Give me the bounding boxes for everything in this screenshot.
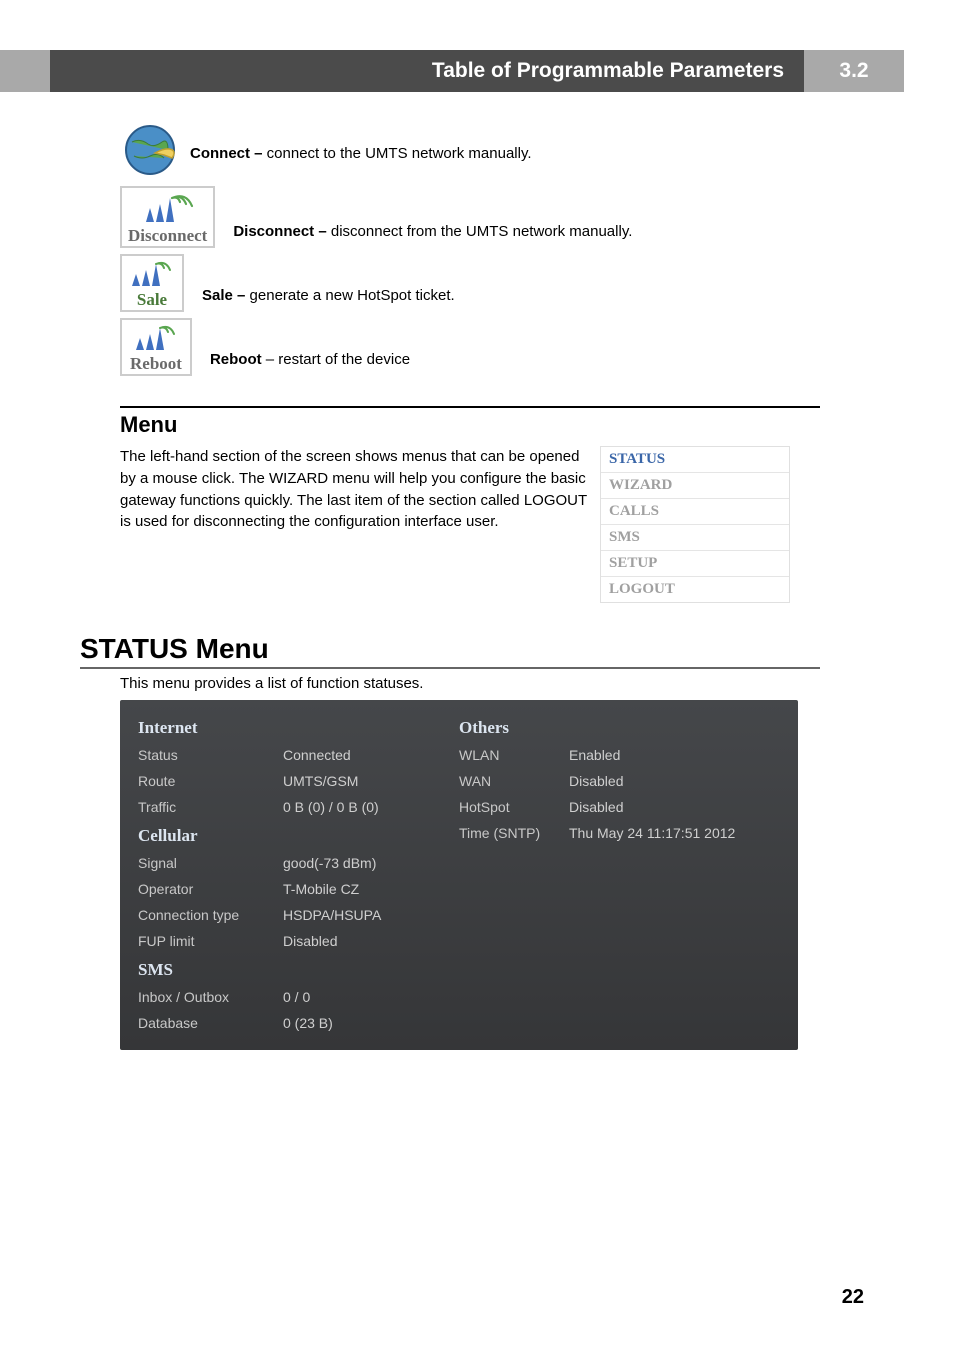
label-hotspot: HotSpot	[459, 799, 569, 815]
value-hotspot: Disabled	[569, 799, 623, 815]
label-time-sntp: Time (SNTP)	[459, 825, 569, 841]
label-operator: Operator	[138, 881, 283, 897]
menu-heading: Menu	[120, 412, 820, 438]
status-col-right: Others WLANEnabled WANDisabled HotSpotDi…	[459, 712, 780, 1036]
value-inbox-outbox: 0 / 0	[283, 989, 310, 1005]
connect-text: connect to the UMTS network manually.	[263, 145, 532, 162]
label-database: Database	[138, 1015, 283, 1031]
disconnect-desc: Disconnect – disconnect from the UMTS ne…	[233, 223, 632, 240]
menu-description: The left-hand section of the screen show…	[120, 446, 590, 603]
row-signal: Signalgood(-73 dBm)	[138, 850, 459, 876]
row-status: StatusConnected	[138, 742, 459, 768]
menu-list: STATUS WIZARD CALLS SMS SETUP LOGOUT	[600, 446, 790, 603]
connect-row: Connect – connect to the UMTS network ma…	[120, 120, 820, 180]
disconnect-text: disconnect from the UMTS network manuall…	[327, 223, 633, 240]
disconnect-row: Disconnect Disconnect – disconnect from …	[120, 186, 820, 248]
disconnect-caption: Disconnect	[128, 226, 207, 246]
label-inbox-outbox: Inbox / Outbox	[138, 989, 283, 1005]
value-operator: T-Mobile CZ	[283, 881, 359, 897]
reboot-row: Reboot Reboot – restart of the device	[120, 318, 820, 376]
value-fup-limit: Disabled	[283, 933, 337, 949]
label-status: Status	[138, 747, 283, 763]
label-signal: Signal	[138, 855, 283, 871]
sale-caption: Sale	[137, 290, 167, 310]
antenna-icon	[142, 192, 194, 226]
label-traffic: Traffic	[138, 799, 283, 815]
connect-icon-box	[120, 120, 180, 180]
row-wan: WANDisabled	[459, 768, 780, 794]
value-wan: Disabled	[569, 773, 623, 789]
menu-item-sms[interactable]: SMS	[601, 525, 789, 551]
document-page: Table of Programmable Parameters 3.2 Con…	[0, 0, 954, 1349]
row-fup-limit: FUP limitDisabled	[138, 928, 459, 954]
menu-item-calls[interactable]: CALLS	[601, 499, 789, 525]
label-fup-limit: FUP limit	[138, 933, 283, 949]
content-area: Connect – connect to the UMTS network ma…	[120, 120, 820, 1050]
row-connection-type: Connection typeHSDPA/HSUPA	[138, 902, 459, 928]
connect-label: Connect –	[190, 145, 263, 162]
globe-icon	[120, 120, 180, 180]
header-section-number: 3.2	[804, 50, 904, 92]
disconnect-icon-box: Disconnect	[120, 186, 215, 248]
row-route: RouteUMTS/GSM	[138, 768, 459, 794]
menu-item-setup[interactable]: SETUP	[601, 551, 789, 577]
value-wlan: Enabled	[569, 747, 620, 763]
header-title: Table of Programmable Parameters	[50, 50, 804, 92]
sale-desc: Sale – generate a new HotSpot ticket.	[202, 287, 455, 304]
header-bar: Table of Programmable Parameters 3.2	[0, 50, 954, 92]
antenna-icon	[134, 324, 178, 354]
reboot-text: – restart of the device	[262, 351, 410, 368]
value-connection-type: HSDPA/HSUPA	[283, 907, 381, 923]
menu-item-status[interactable]: STATUS	[601, 447, 789, 473]
sale-row: Sale Sale – generate a new HotSpot ticke…	[120, 254, 820, 312]
menu-item-logout[interactable]: LOGOUT	[601, 577, 789, 602]
value-traffic: 0 B (0) / 0 B (0)	[283, 799, 379, 815]
row-traffic: Traffic0 B (0) / 0 B (0)	[138, 794, 459, 820]
value-time-sntp: Thu May 24 11:17:51 2012	[569, 825, 735, 841]
status-menu-heading: STATUS Menu	[80, 633, 820, 669]
row-time-sntp: Time (SNTP)Thu May 24 11:17:51 2012	[459, 820, 780, 846]
menu-section: Menu The left-hand section of the screen…	[120, 406, 820, 603]
reboot-caption: Reboot	[130, 354, 182, 374]
header-gray-left	[0, 50, 50, 92]
status-col-left: Internet StatusConnected RouteUMTS/GSM T…	[138, 712, 459, 1036]
value-database: 0 (23 B)	[283, 1015, 333, 1031]
reboot-label: Reboot	[210, 351, 262, 368]
label-route: Route	[138, 773, 283, 789]
label-connection-type: Connection type	[138, 907, 283, 923]
value-route: UMTS/GSM	[283, 773, 358, 789]
page-number: 22	[842, 1286, 864, 1309]
status-panel: Internet StatusConnected RouteUMTS/GSM T…	[120, 700, 798, 1050]
row-operator: OperatorT-Mobile CZ	[138, 876, 459, 902]
row-database: Database0 (23 B)	[138, 1010, 459, 1036]
value-status: Connected	[283, 747, 351, 763]
status-menu-intro: This menu provides a list of function st…	[120, 675, 820, 692]
sale-icon-box: Sale	[120, 254, 184, 312]
value-signal: good(-73 dBm)	[283, 855, 376, 871]
connect-desc: Connect – connect to the UMTS network ma…	[190, 145, 532, 162]
label-wlan: WLAN	[459, 747, 569, 763]
cat-sms: SMS	[138, 954, 459, 984]
menu-item-wizard[interactable]: WIZARD	[601, 473, 789, 499]
row-hotspot: HotSpotDisabled	[459, 794, 780, 820]
cat-others: Others	[459, 712, 780, 742]
sale-text: generate a new HotSpot ticket.	[245, 287, 454, 304]
disconnect-label: Disconnect –	[233, 223, 326, 240]
antenna-icon	[130, 260, 174, 290]
menu-body: The left-hand section of the screen show…	[120, 446, 820, 603]
cat-cellular: Cellular	[138, 820, 459, 850]
reboot-desc: Reboot – restart of the device	[210, 351, 410, 368]
row-wlan: WLANEnabled	[459, 742, 780, 768]
reboot-icon-box: Reboot	[120, 318, 192, 376]
label-wan: WAN	[459, 773, 569, 789]
row-inbox-outbox: Inbox / Outbox0 / 0	[138, 984, 459, 1010]
sale-label: Sale –	[202, 287, 245, 304]
cat-internet: Internet	[138, 712, 459, 742]
